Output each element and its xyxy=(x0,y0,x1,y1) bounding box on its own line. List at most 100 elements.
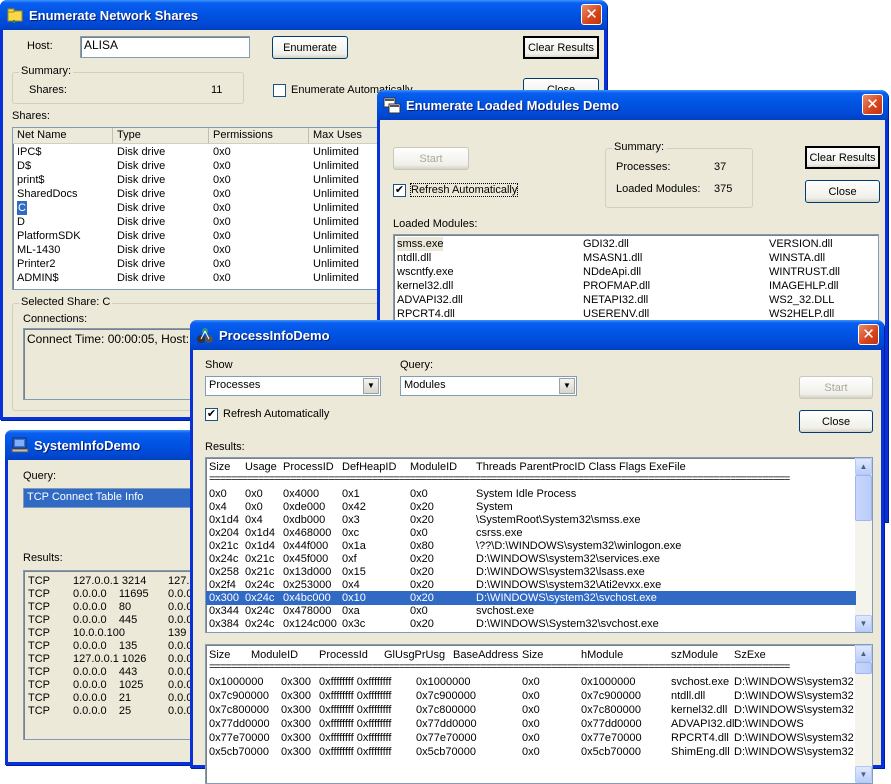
scroll-down-icon[interactable]: ▼ xyxy=(855,615,872,632)
tcp-cell: 0.0.0 xyxy=(168,653,193,665)
query-dropdown-icon[interactable]: ▼ xyxy=(559,378,575,394)
modules-titlebar[interactable]: Enumerate Loaded Modules Demo ✕ xyxy=(377,90,888,120)
process-cell: csrss.exe xyxy=(476,527,523,539)
host-input[interactable]: ALISA xyxy=(80,36,250,58)
show-dropdown-icon[interactable]: ▼ xyxy=(363,378,379,394)
tcp-row[interactable]: TCP 0.0.0.0 25 0.0.0 xyxy=(24,704,202,718)
tcp-row[interactable]: TCP 0.0.0.0 1025 0.0.0 xyxy=(24,678,202,692)
process-row[interactable]: 0x2f4 0x24c 0x253000 0x4 0x20 D:\WINDOWS\syst… xyxy=(206,578,856,592)
scroll-thumb[interactable] xyxy=(855,475,872,521)
module-row[interactable]: ntdll.dll MSASN1.dll WINSTA.dll xyxy=(394,251,878,265)
enumerate-auto-checkbox[interactable] xyxy=(273,84,286,97)
module-detail-cell: 0x77e70000 xyxy=(416,732,477,744)
shares-titlebar[interactable]: Enumerate Network Shares ✕ xyxy=(0,0,607,30)
tcp-row[interactable]: TCP 0.0.0.0 443 0.0.0 xyxy=(24,665,202,679)
process-start-button[interactable]: Start xyxy=(799,376,873,399)
process-cell: \??\D:\WINDOWS\system32\winlogon.exe xyxy=(476,540,682,552)
modules-refresh-checkbox[interactable]: ✔ xyxy=(393,184,406,197)
process-results-list[interactable]: ▲ ▼ Size Usage ProcessID DefHeapID ModuleID T… xyxy=(205,457,873,633)
process-cell: 0x1a xyxy=(342,540,366,552)
process-cell: 0x20 xyxy=(410,501,434,513)
tcp-row[interactable]: TCP 0.0.0.0 21 0.0.0 xyxy=(24,691,202,705)
proc-scrollbar[interactable]: ▲ ▼ xyxy=(855,458,872,632)
module-detail-row[interactable]: 0x5cb70000 0x300 0xffffffff 0xffffffff 0x5c… xyxy=(206,745,856,759)
modules-start-button[interactable]: Start xyxy=(393,147,469,170)
tcp-row[interactable]: TCP 0.0.0.0 11695 0.0.0 xyxy=(24,587,202,601)
sysinfo-query-select[interactable]: TCP Connect Table Info xyxy=(23,488,203,508)
module-detail-cell: 0x7c800000 xyxy=(416,704,476,716)
process-titlebar[interactable]: ProcessInfoDemo ✕ xyxy=(190,320,884,350)
module-detail-row[interactable]: 0x1000000 0x300 0xffffffff 0xffffffff 0x100… xyxy=(206,675,856,689)
module-results-list[interactable]: ▲ ▼ Size ModuleID ProcessId GlUsgPrUsg BaseA… xyxy=(205,644,873,784)
process-title: ProcessInfoDemo xyxy=(219,327,330,343)
process-row[interactable]: 0x1d4 0x4 0xdb000 0x3 0x20 \SystemRoot\System… xyxy=(206,513,856,527)
module-detail-row[interactable]: 0x77dd0000 0x300 0xffffffff 0xffffffff 0x77… xyxy=(206,717,856,731)
tcp-row[interactable]: TCP 127.0.0.1 3214 127. xyxy=(24,574,202,588)
process-query-select[interactable]: Modules ▼ xyxy=(400,376,577,396)
tcp-row[interactable]: TCP 10.0.0.100 139 xyxy=(24,626,202,640)
enumerate-button[interactable]: Enumerate xyxy=(272,36,348,59)
tcp-row[interactable]: TCP 0.0.0.0 135 0.0.0 xyxy=(24,639,202,653)
module-detail-row[interactable]: 0x7c800000 0x300 0xffffffff 0xffffffff 0x7c… xyxy=(206,703,856,717)
module-row[interactable]: wscntfy.exe NDdeApi.dll WINTRUST.dll xyxy=(394,265,878,279)
tcp-row[interactable]: TCP 0.0.0.0 445 0.0.0 xyxy=(24,613,202,627)
modules-close-button[interactable]: Close xyxy=(805,180,880,203)
process-cell: 0x20 xyxy=(410,553,434,565)
module-detail-cell: 0x1000000 xyxy=(209,676,264,688)
process-row[interactable]: 0x24c 0x21c 0x45f000 0xf 0x20 D:\WINDOWS\syst… xyxy=(206,552,856,566)
process-row[interactable]: 0x0 0x0 0x4000 0x1 0x0 System Idle Process xyxy=(206,487,856,501)
process-cell: 0x1 xyxy=(342,488,360,500)
process-refresh-checkbox[interactable]: ✔ xyxy=(205,408,218,421)
module-detail-row[interactable]: 0x7c900000 0x300 0xffffffff 0xffffffff 0x7c… xyxy=(206,689,856,703)
module-row[interactable]: RPCRT4.dll USERENV.dll WS2HELP.dll xyxy=(394,307,878,321)
process-cell: 0x258 xyxy=(209,566,239,578)
mod-scrollbar[interactable]: ▲ ▼ xyxy=(855,645,872,783)
process-cell: D:\WINDOWS\system32\Ati2evxx.exe xyxy=(476,579,662,591)
modules-clear-results-button[interactable]: Clear Results xyxy=(805,146,880,169)
process-cell: 0x478000 xyxy=(283,605,332,617)
sysinfo-window: SystemInfoDemo Query: TCP Connect Table … xyxy=(5,430,203,765)
tcp-row[interactable]: TCP 127.0.0.1 1026 0.0.0 xyxy=(24,652,202,666)
shares-column-header[interactable]: Type xyxy=(113,128,209,144)
module-row[interactable]: kernel32.dll PROFMAP.dll IMAGEHLP.dll xyxy=(394,279,878,293)
process-cell: 0x384 xyxy=(209,618,239,630)
tcp-cell: 0.0.0 xyxy=(168,705,193,717)
tcp-cell: TCP xyxy=(28,627,50,639)
module-detail-cell: 0xffffffff 0xffffffff xyxy=(319,676,392,688)
module-row[interactable]: smss.exe GDI32.dll VERSION.dll xyxy=(394,237,878,251)
process-row[interactable]: 0x300 0x24c 0x4bc000 0x10 0x20 D:\WINDOWS\sys… xyxy=(206,591,856,605)
modules-close-icon[interactable]: ✕ xyxy=(862,94,883,115)
process-row[interactable]: 0x4 0x0 0xde000 0x42 0x20 System xyxy=(206,500,856,514)
sysinfo-titlebar[interactable]: SystemInfoDemo xyxy=(5,430,195,460)
process-row[interactable]: 0x258 0x21c 0x13d000 0x15 0x20 D:\WINDOWS\sys… xyxy=(206,565,856,579)
mod-scroll-down-icon[interactable]: ▼ xyxy=(855,766,872,783)
show-select[interactable]: Processes ▼ xyxy=(205,376,381,396)
shares-column-header[interactable]: Permissions xyxy=(209,128,309,144)
module-cell: NDdeApi.dll xyxy=(583,266,642,278)
shares-close-icon[interactable]: ✕ xyxy=(581,4,602,25)
shares-clear-results-button[interactable]: Clear Results xyxy=(523,36,599,59)
module-detail-row[interactable]: 0x77e70000 0x300 0xffffffff 0xffffffff 0x77… xyxy=(206,731,856,745)
selected-share-title: Selected Share: C xyxy=(19,296,113,308)
process-row[interactable]: 0x384 0x24c 0x124c000 0x3c 0x20 D:\WINDOWS\Sy… xyxy=(206,617,856,631)
process-cell: 0xc xyxy=(342,527,360,539)
process-close-icon[interactable]: ✕ xyxy=(858,324,879,345)
process-row[interactable]: 0x344 0x24c 0x478000 0xa 0x0 svchost.exe xyxy=(206,604,856,618)
process-row[interactable]: 0x204 0x1d4 0x468000 0xc 0x0 csrss.exe xyxy=(206,526,856,540)
process-cell: 0x1d4 xyxy=(245,540,275,552)
process-query-label: Query: xyxy=(400,359,434,371)
shares-column-header[interactable]: Net Name xyxy=(13,128,113,144)
tcp-cell: 0.0.0.0 25 xyxy=(73,705,132,717)
process-row[interactable]: 0x21c 0x1d4 0x44f000 0x1a 0x80 \??\D:\WINDOWS… xyxy=(206,539,856,553)
module-row[interactable]: ADVAPI32.dll NETAPI32.dll WS2_32.DLL xyxy=(394,293,878,307)
mod-scroll-thumb[interactable] xyxy=(855,662,872,674)
module-detail-cell: 0x7c900000 xyxy=(581,690,641,702)
scroll-up-icon[interactable]: ▲ xyxy=(855,458,872,475)
process-close-button[interactable]: Close xyxy=(799,410,873,433)
share-cell: 0x0 xyxy=(213,160,231,172)
module-detail-cell: 0x7c800000 xyxy=(209,704,269,716)
process-close-label: Close xyxy=(821,415,851,428)
mod-scroll-up-icon[interactable]: ▲ xyxy=(855,645,872,662)
sysinfo-results-list[interactable]: TCP 127.0.0.1 3214 127. TCP 0.0.0.0 11695 0.0… xyxy=(23,570,203,740)
tcp-row[interactable]: TCP 0.0.0.0 80 0.0.0 xyxy=(24,600,202,614)
